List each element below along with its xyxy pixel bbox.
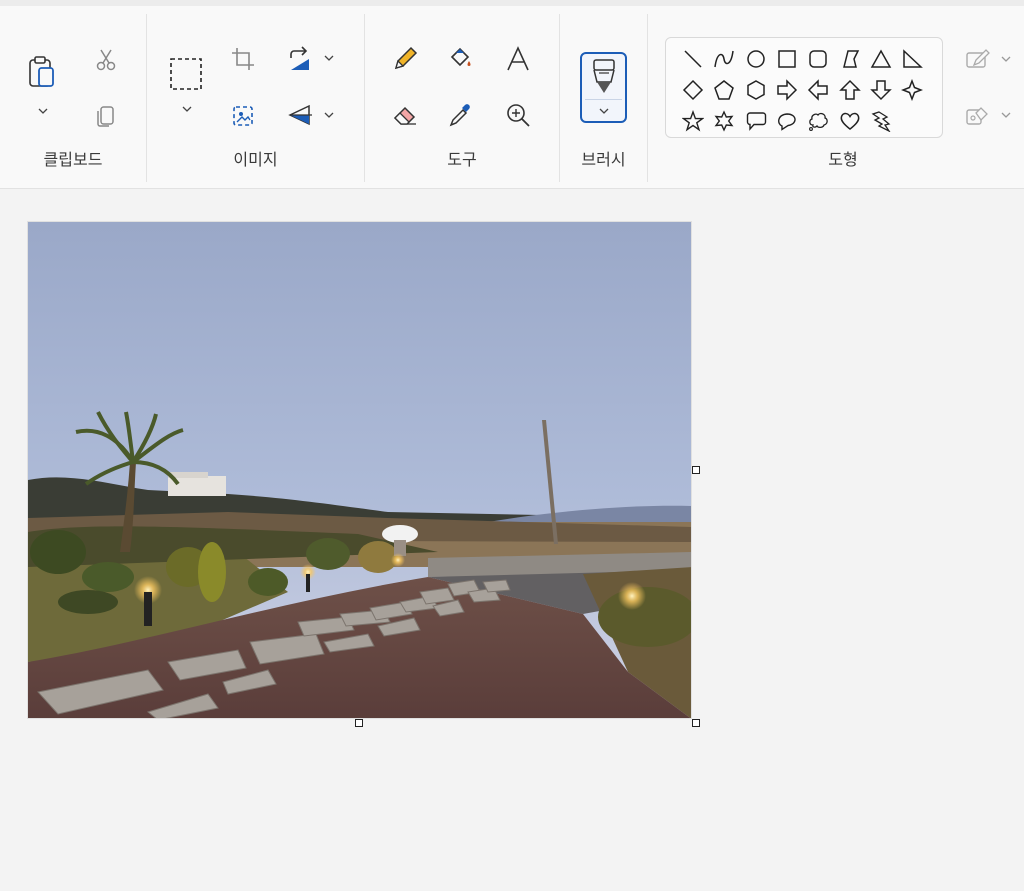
eraser-button[interactable]	[385, 95, 425, 135]
heart-shape-icon[interactable]	[837, 108, 863, 134]
rotate-button[interactable]	[280, 39, 320, 79]
brushes-group-label: 브러시	[581, 150, 626, 169]
copy-button[interactable]	[86, 96, 126, 136]
up-arrow-shape-icon[interactable]	[837, 77, 863, 103]
paste-button[interactable]	[22, 52, 62, 92]
brush-icon	[593, 59, 615, 93]
image-group: 이미지	[147, 6, 364, 189]
left-arrow-shape-icon[interactable]	[805, 77, 831, 103]
lightning-shape-icon[interactable]	[868, 108, 894, 134]
clipboard-group: 클립보드	[0, 6, 146, 189]
text-icon	[507, 46, 529, 71]
rectangle-shape-icon[interactable]	[774, 46, 800, 72]
canvas-resize-handle-corner[interactable]	[692, 719, 700, 727]
drawing-canvas[interactable]	[27, 221, 692, 719]
line-shape-icon[interactable]	[680, 46, 706, 72]
triangle-shape-icon[interactable]	[868, 46, 894, 72]
shape-fill-chevron-down-icon[interactable]	[999, 108, 1013, 122]
select-button[interactable]	[166, 54, 206, 94]
color-picker-button[interactable]	[441, 95, 481, 135]
canvas-resize-handle-right[interactable]	[692, 466, 700, 474]
crop-icon	[232, 48, 254, 70]
diamond-shape-icon[interactable]	[680, 77, 706, 103]
oval-callout-shape-icon[interactable]	[774, 108, 800, 134]
outline-icon	[966, 49, 990, 68]
color-picker-icon	[449, 104, 470, 127]
rotate-icon	[290, 46, 309, 70]
cloud-callout-shape-icon[interactable]	[805, 108, 831, 134]
text-button[interactable]	[498, 39, 538, 79]
cut-button[interactable]	[86, 40, 126, 80]
rounded-callout-shape-icon[interactable]	[743, 108, 769, 134]
shape-fill-button[interactable]	[958, 96, 998, 136]
flip-icon	[288, 104, 312, 126]
canvas-resize-handle-bottom[interactable]	[355, 719, 363, 727]
canvas-photo	[28, 222, 691, 718]
paste-chevron-down-icon[interactable]	[36, 104, 50, 118]
magnifier-icon	[507, 104, 530, 127]
resize-button[interactable]	[223, 96, 263, 136]
shape-outline-button[interactable]	[958, 40, 998, 80]
tools-group-label: 도구	[447, 150, 477, 169]
down-arrow-shape-icon[interactable]	[868, 77, 894, 103]
fill-icon	[966, 107, 988, 125]
flip-chevron-down-icon[interactable]	[322, 108, 336, 122]
pencil-button[interactable]	[385, 39, 425, 79]
image-group-label: 이미지	[233, 150, 278, 169]
copy-icon	[97, 106, 114, 127]
shape-outline-chevron-down-icon[interactable]	[999, 52, 1013, 66]
pentagon-shape-icon[interactable]	[711, 77, 737, 103]
right-arrow-shape-icon[interactable]	[774, 77, 800, 103]
select-rectangle-icon	[170, 58, 202, 90]
ribbon-toolbar: 클립보드 이미지 도구 브러시 도형	[0, 0, 1024, 189]
brush-chevron-down-icon[interactable]	[597, 104, 611, 118]
right-triangle-shape-icon[interactable]	[899, 46, 925, 72]
shapes-group-label: 도형	[828, 150, 858, 169]
six-point-star-shape-icon[interactable]	[711, 108, 737, 134]
cut-icon	[96, 49, 116, 71]
tools-group: 도구	[365, 6, 559, 189]
brush-button[interactable]	[580, 52, 627, 123]
four-point-star-shape-icon[interactable]	[899, 77, 925, 103]
fill-bucket-icon	[450, 47, 471, 67]
crop-button[interactable]	[223, 39, 263, 79]
clipboard-group-label: 클립보드	[43, 150, 103, 169]
magnifier-button[interactable]	[498, 95, 538, 135]
shapes-gallery	[665, 37, 943, 138]
pencil-icon	[394, 46, 418, 70]
rounded-rectangle-shape-icon[interactable]	[805, 46, 831, 72]
oval-shape-icon[interactable]	[743, 46, 769, 72]
flip-button[interactable]	[280, 95, 320, 135]
select-chevron-down-icon[interactable]	[180, 102, 194, 116]
eraser-icon	[393, 106, 416, 125]
polygon-shape-icon[interactable]	[837, 46, 863, 72]
hexagon-shape-icon[interactable]	[743, 77, 769, 103]
rotate-chevron-down-icon[interactable]	[322, 51, 336, 65]
paste-icon	[29, 56, 54, 87]
fill-button[interactable]	[441, 39, 481, 79]
five-point-star-shape-icon[interactable]	[680, 108, 706, 134]
resize-icon	[233, 106, 253, 126]
curve-shape-icon[interactable]	[711, 46, 737, 72]
